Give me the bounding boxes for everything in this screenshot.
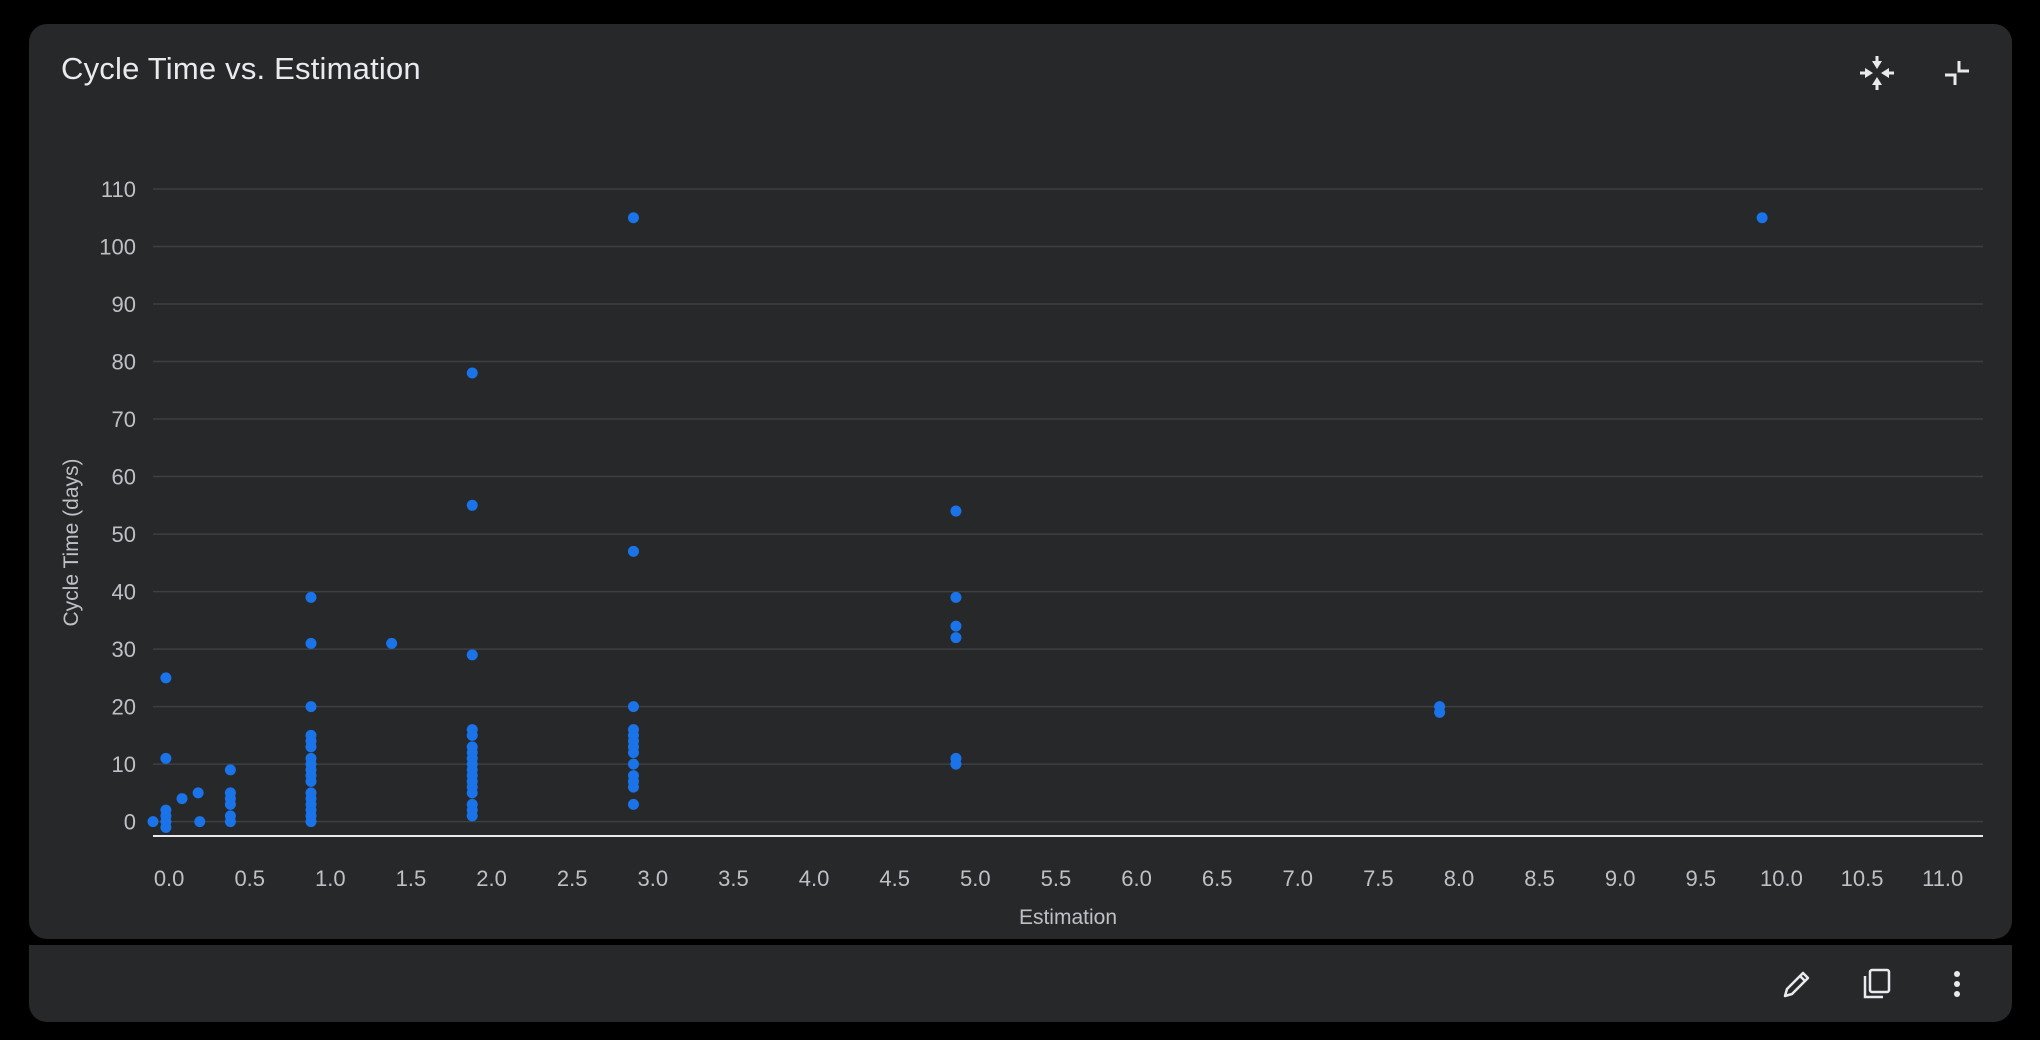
data-point[interactable] [160,752,172,764]
x-tick-label: 11.0 [1922,866,1963,891]
y-tick-label: 50 [112,522,136,547]
data-points [147,212,1768,833]
data-point[interactable] [950,591,962,603]
chart-card: Cycle Time vs. Estimation 0 10 20 30 40 50 60 7… [29,24,2012,939]
y-tick-label: 20 [112,695,136,720]
x-tick-label: 4.5 [879,866,910,891]
data-point[interactable] [305,591,317,603]
data-point[interactable] [950,758,962,770]
copy-icon[interactable] [1851,958,1903,1010]
y-tick-label: 70 [112,407,136,432]
data-point[interactable] [950,620,962,632]
x-tick-label: 6.5 [1202,866,1233,891]
x-tick-label: 1.0 [315,866,346,891]
x-tick-label: 6.0 [1121,866,1152,891]
x-tick-label: 4.0 [799,866,830,891]
more-vert-icon[interactable] [1931,958,1983,1010]
x-tick-label: 1.5 [396,866,427,891]
card-footer [29,945,2012,1022]
data-point[interactable] [224,764,236,776]
y-tick-label: 100 [99,235,136,260]
y-axis-title: Cycle Time (days) [60,458,83,626]
data-point[interactable] [224,816,236,828]
data-point[interactable] [627,545,639,557]
y-tick-label: 30 [112,637,136,662]
data-point[interactable] [305,816,317,828]
data-point[interactable] [466,649,478,661]
data-point[interactable] [305,775,317,787]
data-point[interactable] [1756,212,1768,224]
y-tick-label: 90 [112,292,136,317]
y-tick-label: 110 [101,177,136,202]
data-point[interactable] [466,499,478,511]
data-point[interactable] [466,367,478,379]
x-tick-label: 7.0 [1282,866,1313,891]
y-axis-ticks: 0 10 20 30 40 50 60 70 80 90 100 110 [99,177,136,835]
y-tick-label: 60 [112,465,136,490]
x-axis-title: Estimation [1019,906,1117,929]
x-tick-label: 9.0 [1605,866,1636,891]
y-tick-label: 80 [112,350,136,375]
data-point[interactable] [466,787,478,799]
data-point[interactable] [160,672,172,684]
data-point[interactable] [466,810,478,822]
x-tick-label: 3.5 [718,866,749,891]
data-point[interactable] [950,505,962,517]
x-tick-label: 2.0 [476,866,507,891]
data-point[interactable] [627,798,639,810]
x-tick-label: 5.0 [960,866,991,891]
data-point[interactable] [305,637,317,649]
data-point[interactable] [305,741,317,753]
data-point[interactable] [627,758,639,770]
x-tick-label: 8.0 [1444,866,1475,891]
x-tick-label: 2.5 [557,866,588,891]
x-tick-label: 7.5 [1363,866,1394,891]
data-point[interactable] [1434,706,1446,718]
data-point[interactable] [192,787,204,799]
data-point[interactable] [627,212,639,224]
x-tick-label: 8.5 [1524,866,1555,891]
data-point[interactable] [627,747,639,759]
x-tick-label: 0.0 [154,866,185,891]
data-point[interactable] [147,816,159,828]
y-tick-label: 40 [112,580,136,605]
x-tick-label: 10.5 [1841,866,1884,891]
data-point[interactable] [950,632,962,644]
x-tick-label: 9.5 [1686,866,1717,891]
x-tick-label: 5.5 [1041,866,1072,891]
x-tick-label: 10.0 [1760,866,1803,891]
data-point[interactable] [627,781,639,793]
data-point[interactable] [627,701,639,713]
x-tick-label: 0.5 [234,866,265,891]
data-point[interactable] [386,637,398,649]
data-point[interactable] [224,798,236,810]
data-point[interactable] [466,729,478,741]
x-tick-label: 3.0 [638,866,669,891]
data-point[interactable] [305,701,317,713]
data-point[interactable] [160,821,172,833]
data-point[interactable] [194,816,206,828]
x-axis-ticks: 0.0 0.5 1.0 1.5 2.0 2.5 3.0 3.5 4.0 4.5 5.0 5.5 6.0 6… [154,866,1963,891]
y-tick-label: 10 [112,752,136,777]
y-tick-label: 0 [124,810,136,835]
edit-pencil-icon[interactable] [1771,958,1823,1010]
data-point[interactable] [176,793,188,805]
scatter-chart: 0 10 20 30 40 50 60 70 80 90 100 110 0.0 0.5 1.0 1.5 2.… [60,177,1983,929]
grid-lines [153,188,1983,823]
